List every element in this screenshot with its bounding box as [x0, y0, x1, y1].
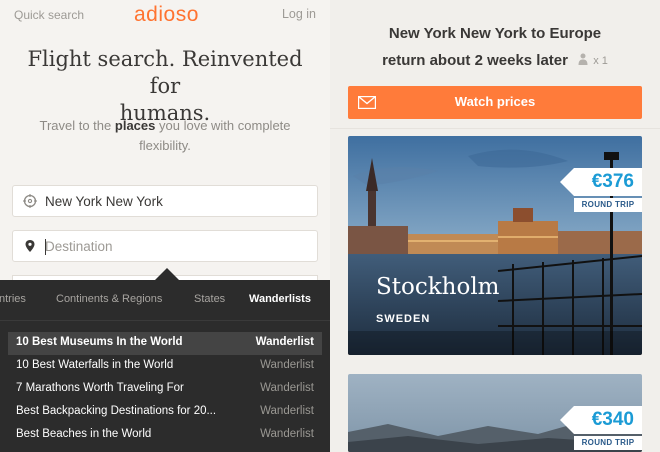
heading-line2: return about 2 weeks later: [382, 52, 568, 69]
item-type: Wanderlist: [255, 336, 314, 348]
trip-type: ROUND TRIP: [574, 436, 642, 450]
price-box: €340: [560, 406, 642, 434]
item-type: Wanderlist: [260, 382, 314, 394]
passenger-count-text: x 1: [593, 55, 608, 67]
tab-continents-regions[interactable]: Continents & Regions: [56, 293, 162, 305]
watch-prices-label: Watch prices: [454, 94, 536, 109]
tab-countries[interactable]: ntries: [0, 293, 26, 305]
price-tag: €376 ROUND TRIP: [560, 168, 642, 212]
person-icon: [578, 53, 588, 65]
hero-title: Flight search. Reinvented for humans.: [10, 46, 320, 127]
subtitle-pre: Travel to the: [39, 118, 112, 133]
hero-title-line1: Flight search. Reinvented for: [27, 47, 303, 98]
divider: [330, 128, 660, 129]
login-link[interactable]: Log in: [282, 7, 316, 21]
logo[interactable]: adioso: [134, 3, 199, 27]
item-type: Wanderlist: [260, 428, 314, 440]
price-value: €340: [591, 409, 634, 430]
results-heading: New York New York to Europe return about…: [348, 20, 642, 75]
destination-card-stockholm[interactable]: Stockholm SWEDEN €376 ROUND TRIP: [348, 136, 642, 355]
card-country: SWEDEN: [376, 313, 431, 325]
watch-prices-button[interactable]: Watch prices: [348, 86, 642, 119]
list-item[interactable]: Best Beaches in the World Wanderlist: [8, 424, 322, 447]
dropdown-tabs: ntries Continents & Regions States Wande…: [0, 280, 330, 320]
right-panel: New York New York to Europe return about…: [330, 0, 660, 452]
dropdown-pointer: [155, 268, 179, 280]
origin-value: New York New York: [45, 194, 163, 209]
price-tag: €340 ROUND TRIP: [560, 406, 642, 450]
card-city: Stockholm: [376, 274, 500, 300]
heading-line1: New York New York to Europe: [388, 25, 602, 42]
suggestion-list: 10 Best Museums In the World Wanderlist …: [8, 332, 322, 447]
subtitle-post: you love with complete flexibility.: [139, 118, 291, 153]
text-cursor: [45, 239, 46, 255]
tab-wanderlists[interactable]: Wanderlists: [249, 293, 311, 305]
crosshair-icon: [23, 194, 37, 208]
item-label: 10 Best Waterfalls in the World: [16, 359, 174, 371]
item-label: Best Beaches in the World: [16, 428, 152, 440]
destination-input[interactable]: [45, 236, 305, 256]
destination-card-2[interactable]: €340 ROUND TRIP: [348, 374, 642, 452]
destination-field[interactable]: [12, 230, 318, 262]
item-label: Best Backpacking Destinations for 20...: [16, 405, 217, 417]
item-label: 10 Best Museums In the World: [16, 336, 183, 348]
list-item[interactable]: 10 Best Waterfalls in the World Wanderli…: [8, 355, 322, 378]
location-pin-icon: [25, 240, 35, 252]
hero-subtitle: Travel to the places you love with compl…: [12, 116, 318, 156]
list-item[interactable]: 10 Best Museums In the World Wanderlist: [8, 332, 322, 355]
list-item[interactable]: 7 Marathons Worth Traveling For Wanderli…: [8, 378, 322, 401]
item-type: Wanderlist: [260, 405, 314, 417]
price-value: €376: [591, 171, 634, 192]
tab-divider: [0, 320, 330, 321]
tab-states[interactable]: States: [194, 293, 225, 305]
heading-line2-wrap: return about 2 weeks later x 1: [348, 47, 642, 75]
quick-search-link[interactable]: Quick search: [14, 8, 84, 22]
left-panel: Quick search adioso Log in Flight search…: [0, 0, 330, 452]
item-label: 7 Marathons Worth Traveling For: [16, 382, 184, 394]
origin-field[interactable]: New York New York: [12, 185, 318, 217]
destination-dropdown: ntries Continents & Regions States Wande…: [0, 280, 330, 452]
list-item[interactable]: Best Backpacking Destinations for 20... …: [8, 401, 322, 424]
subtitle-places: places: [114, 118, 156, 133]
top-bar: Quick search adioso Log in: [0, 0, 330, 32]
item-type: Wanderlist: [260, 359, 314, 371]
price-box: €376: [560, 168, 642, 196]
trip-type: ROUND TRIP: [574, 198, 642, 212]
passenger-count[interactable]: x 1: [578, 48, 608, 75]
